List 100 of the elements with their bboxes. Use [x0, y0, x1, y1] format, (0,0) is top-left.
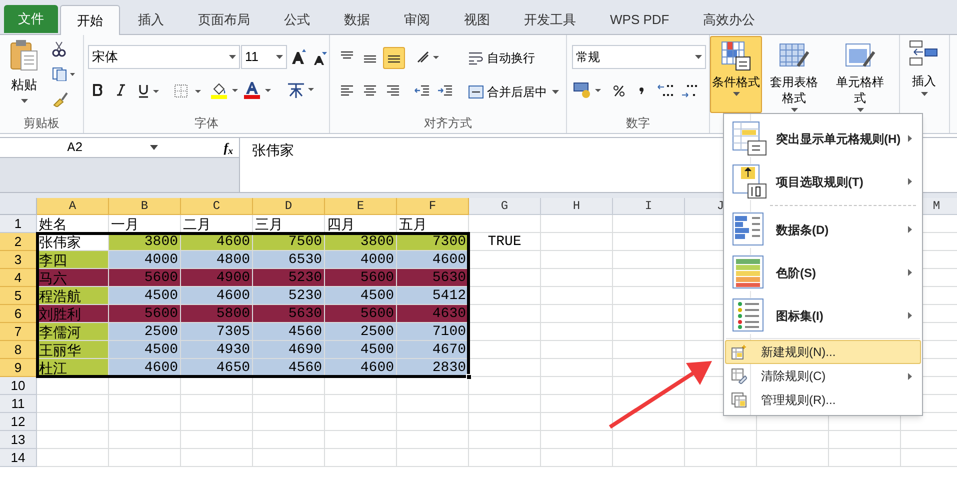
empty-cell[interactable]: [325, 413, 397, 431]
grow-font-icon[interactable]: [291, 49, 307, 65]
empty-cell[interactable]: [397, 413, 469, 431]
ribbon-tab[interactable]: 插入: [122, 5, 180, 34]
empty-cell[interactable]: [613, 431, 685, 449]
ribbon-tab[interactable]: 开发工具: [508, 5, 592, 34]
empty-cell[interactable]: [613, 395, 685, 413]
empty-cell[interactable]: [613, 251, 685, 269]
empty-cell[interactable]: [397, 431, 469, 449]
empty-cell[interactable]: [613, 449, 685, 467]
empty-cell[interactable]: [253, 449, 325, 467]
empty-cell[interactable]: [541, 323, 613, 341]
align-left-icon[interactable]: [340, 85, 354, 97]
empty-cell[interactable]: [181, 377, 253, 395]
empty-cell[interactable]: [469, 413, 541, 431]
shrink-font-icon[interactable]: [313, 51, 327, 65]
ribbon-tab[interactable]: 审阅: [388, 5, 446, 34]
row-header[interactable]: 5: [0, 287, 37, 305]
underline-icon[interactable]: [138, 84, 160, 98]
align-top-icon[interactable]: [340, 51, 354, 61]
orientation-icon[interactable]: [416, 50, 440, 64]
insert-function-button[interactable]: f$_{x}$: [224, 138, 233, 158]
column-header[interactable]: I: [613, 198, 685, 215]
empty-cell[interactable]: [541, 377, 613, 395]
empty-cell[interactable]: [181, 431, 253, 449]
empty-cell[interactable]: [541, 359, 613, 377]
ribbon-tab[interactable]: 高效办公: [687, 5, 772, 34]
currency-icon[interactable]: [573, 81, 603, 99]
align-middle-icon[interactable]: [363, 54, 377, 64]
empty-cell[interactable]: [109, 395, 181, 413]
empty-cell[interactable]: [613, 359, 685, 377]
empty-cell[interactable]: [181, 413, 253, 431]
menu-item[interactable]: 清除规则(C): [725, 364, 921, 388]
dropdown-caret-icon[interactable]: [150, 145, 158, 150]
empty-cell[interactable]: [325, 431, 397, 449]
row-header[interactable]: 2: [0, 233, 37, 251]
wrap-text-button[interactable]: 自动换行: [466, 47, 537, 69]
empty-cell[interactable]: [541, 305, 613, 323]
empty-cell[interactable]: [541, 395, 613, 413]
empty-cell[interactable]: [541, 233, 613, 251]
empty-cell[interactable]: [685, 449, 757, 467]
align-center-icon[interactable]: [363, 85, 377, 97]
empty-cell[interactable]: [613, 287, 685, 305]
empty-cell[interactable]: [829, 449, 901, 467]
empty-cell[interactable]: [253, 395, 325, 413]
empty-cell[interactable]: [541, 413, 613, 431]
empty-cell[interactable]: [253, 377, 325, 395]
row-header[interactable]: 1: [0, 215, 37, 233]
insert-cells-button[interactable]: 插入: [906, 40, 942, 106]
align-bottom-button[interactable]: [383, 47, 405, 69]
align-right-icon[interactable]: [386, 85, 400, 97]
font-color-icon[interactable]: [244, 81, 272, 99]
empty-cell[interactable]: [109, 431, 181, 449]
comma-icon[interactable]: [639, 87, 644, 95]
scissors-icon[interactable]: [52, 41, 66, 57]
copy-icon[interactable]: [52, 67, 76, 81]
empty-cell[interactable]: [541, 287, 613, 305]
row-header[interactable]: 6: [0, 305, 37, 323]
column-header[interactable]: D: [253, 198, 325, 215]
font-size-dropdown[interactable]: 11: [241, 45, 287, 69]
ribbon-tab[interactable]: WPS PDF: [594, 5, 686, 34]
row-header[interactable]: 8: [0, 341, 37, 359]
empty-cell[interactable]: [181, 395, 253, 413]
empty-cell[interactable]: [253, 413, 325, 431]
paste-button[interactable]: 粘贴: [6, 39, 42, 109]
empty-cell[interactable]: [541, 431, 613, 449]
empty-cell[interactable]: [325, 395, 397, 413]
empty-cell[interactable]: [613, 305, 685, 323]
row-header[interactable]: 10: [0, 377, 37, 395]
italic-icon[interactable]: [115, 84, 127, 96]
menu-item[interactable]: 管理规则(R)...: [725, 388, 921, 412]
empty-cell[interactable]: [325, 449, 397, 467]
column-header[interactable]: A: [37, 198, 109, 215]
percent-icon[interactable]: [613, 85, 625, 97]
ribbon-tab[interactable]: 数据: [328, 5, 386, 34]
menu-item[interactable]: 新建规则(N)...: [725, 340, 921, 364]
empty-cell[interactable]: [469, 395, 541, 413]
row-header[interactable]: 14: [0, 449, 37, 467]
ribbon-tab[interactable]: 视图: [448, 5, 506, 34]
merge-center-button[interactable]: 合并后居中: [466, 81, 561, 103]
empty-cell[interactable]: [613, 215, 685, 233]
empty-cell[interactable]: [109, 377, 181, 395]
bold-icon[interactable]: [92, 84, 104, 96]
column-header[interactable]: H: [541, 198, 613, 215]
column-header[interactable]: F: [397, 198, 469, 215]
empty-cell[interactable]: [469, 449, 541, 467]
empty-cell[interactable]: [109, 449, 181, 467]
empty-cell[interactable]: [829, 431, 901, 449]
name-box[interactable]: A2: [0, 138, 150, 157]
row-header[interactable]: 9: [0, 359, 37, 377]
row-header[interactable]: 3: [0, 251, 37, 269]
empty-cell[interactable]: [253, 431, 325, 449]
empty-cell[interactable]: [397, 449, 469, 467]
menu-item[interactable]: 突出显示单元格规则(H): [725, 117, 921, 160]
font-name-dropdown[interactable]: 宋体: [88, 45, 240, 69]
empty-cell[interactable]: [613, 269, 685, 287]
column-header[interactable]: E: [325, 198, 397, 215]
number-format-dropdown[interactable]: 常规: [572, 45, 706, 69]
decrease-indent-icon[interactable]: [414, 85, 430, 97]
empty-cell[interactable]: [397, 395, 469, 413]
